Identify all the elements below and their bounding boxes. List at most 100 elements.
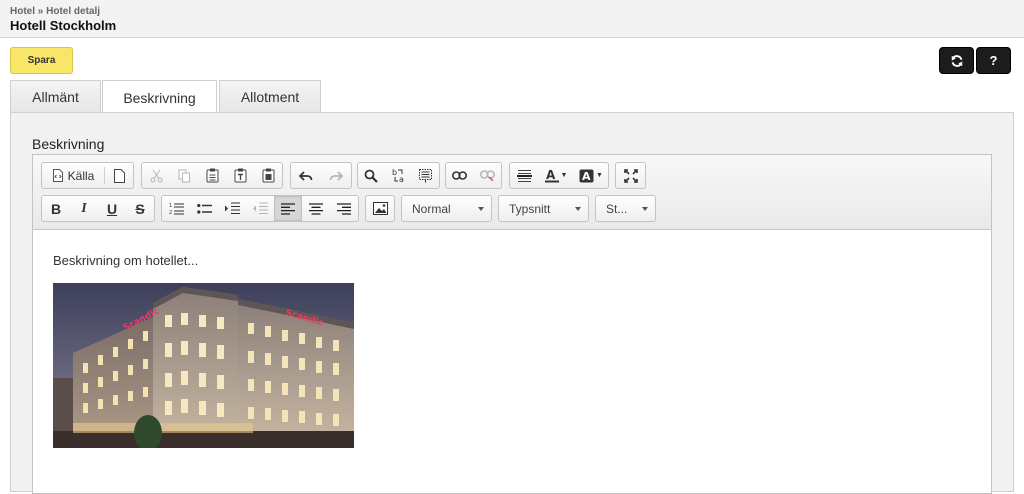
toolbar-group-image bbox=[365, 195, 395, 222]
numbered-list-button[interactable]: 12 bbox=[162, 196, 190, 221]
new-page-icon bbox=[113, 168, 125, 183]
redo-icon bbox=[329, 170, 343, 181]
toolbar-group-paragraph: 12 bbox=[161, 195, 359, 222]
chevron-down-icon: ▼ bbox=[596, 172, 603, 179]
chevron-down-icon bbox=[642, 207, 648, 211]
unlink-button[interactable] bbox=[474, 163, 502, 188]
background-color-icon: A bbox=[579, 169, 594, 183]
hotel-image[interactable]: Scandic Scandic bbox=[53, 283, 354, 448]
maximize-button[interactable] bbox=[616, 163, 645, 188]
svg-text:1: 1 bbox=[169, 203, 172, 209]
breadcrumb[interactable]: Hotel » Hotel detalj bbox=[10, 6, 100, 17]
align-center-icon bbox=[309, 202, 323, 215]
align-right-icon bbox=[337, 202, 351, 215]
editor-toolbar: Källa b a A ▼ A ▼ B I U S 1 2 Normal Typ… bbox=[33, 155, 991, 230]
format-select[interactable]: Normal bbox=[401, 195, 492, 222]
strikethrough-button[interactable]: S bbox=[126, 196, 154, 221]
numbered-list-icon: 12 bbox=[169, 203, 184, 215]
svg-text:A: A bbox=[582, 170, 591, 183]
editor-body-text[interactable]: Beskrivning om hotellet... bbox=[53, 253, 198, 268]
bullet-list-button[interactable] bbox=[190, 196, 218, 221]
paste-icon bbox=[206, 168, 218, 183]
bullet-list-icon bbox=[196, 203, 212, 214]
redo-button[interactable] bbox=[321, 163, 351, 188]
font-select[interactable]: Typsnitt bbox=[498, 195, 589, 222]
align-center-button[interactable] bbox=[302, 196, 330, 221]
svg-text:A: A bbox=[546, 168, 556, 182]
help-button[interactable]: ? bbox=[976, 47, 1011, 74]
page-title: Hotell Stockholm bbox=[10, 18, 117, 33]
font-select-value: Typsnitt bbox=[509, 201, 551, 216]
paste-word-button[interactable] bbox=[254, 163, 282, 188]
unlink-icon bbox=[479, 170, 495, 181]
toolbar-group-find: ba bbox=[357, 162, 440, 189]
tab-allotment[interactable]: Allotment bbox=[219, 80, 321, 113]
size-select-value: St... bbox=[606, 201, 628, 216]
find-button[interactable] bbox=[358, 163, 385, 188]
horizontal-line-button[interactable] bbox=[510, 163, 538, 188]
page-header: Hotel » Hotel detalj Hotell Stockholm bbox=[0, 0, 1024, 38]
toolbar-group-document: Källa bbox=[41, 162, 134, 189]
insert-image-button[interactable] bbox=[366, 196, 394, 221]
increase-indent-icon bbox=[224, 202, 240, 214]
decrease-indent-icon bbox=[252, 202, 268, 214]
paste-button[interactable] bbox=[198, 163, 226, 188]
toolbar-group-history bbox=[290, 162, 352, 189]
toolbar-group-clipboard bbox=[141, 162, 283, 189]
source-label: Källa bbox=[67, 168, 95, 183]
format-select-value: Normal bbox=[412, 201, 451, 216]
italic-button[interactable]: I bbox=[70, 196, 98, 221]
bold-button[interactable]: B bbox=[42, 196, 70, 221]
select-all-icon bbox=[419, 168, 433, 182]
decrease-indent-button[interactable] bbox=[246, 196, 274, 221]
paste-text-icon bbox=[234, 168, 246, 183]
size-select[interactable]: St... bbox=[595, 195, 656, 222]
scissors-icon bbox=[150, 169, 162, 182]
toolbar-group-insert: A ▼ A ▼ bbox=[509, 162, 609, 189]
description-label: Beskrivning bbox=[32, 136, 105, 152]
cut-button[interactable] bbox=[142, 163, 170, 188]
tab-beskrivning[interactable]: Beskrivning bbox=[102, 80, 217, 114]
chevron-down-icon: ▼ bbox=[560, 172, 568, 179]
rich-text-editor: Källa b a A ▼ A ▼ B I U S 1 2 Normal Typ… bbox=[32, 154, 992, 494]
select-all-button[interactable] bbox=[412, 163, 439, 188]
text-color-icon: A bbox=[544, 168, 559, 183]
source-button[interactable]: Källa bbox=[42, 163, 104, 188]
chevron-down-icon bbox=[478, 207, 484, 211]
new-page-button[interactable] bbox=[105, 163, 133, 188]
align-left-icon bbox=[281, 202, 295, 215]
tab-panel: Beskrivning Källa b a A ▼ A ▼ B I U S 1 … bbox=[10, 112, 1014, 494]
align-right-button[interactable] bbox=[330, 196, 358, 221]
undo-icon bbox=[299, 170, 313, 181]
paste-word-icon bbox=[262, 168, 274, 183]
undo-button[interactable] bbox=[291, 163, 321, 188]
text-color-button[interactable]: A ▼ bbox=[538, 163, 574, 188]
background-color-button[interactable]: A ▼ bbox=[574, 163, 608, 188]
copy-icon bbox=[178, 169, 190, 182]
save-button[interactable]: Spara bbox=[10, 47, 73, 74]
underline-button[interactable]: U bbox=[98, 196, 126, 221]
increase-indent-button[interactable] bbox=[218, 196, 246, 221]
search-icon bbox=[364, 169, 379, 183]
svg-text:a: a bbox=[399, 175, 404, 183]
svg-text:b: b bbox=[392, 168, 397, 177]
svg-text:2: 2 bbox=[169, 210, 172, 215]
copy-button[interactable] bbox=[170, 163, 198, 188]
source-icon bbox=[52, 169, 63, 182]
image-icon bbox=[372, 202, 388, 215]
link-button[interactable] bbox=[446, 163, 474, 188]
horizontal-line-icon bbox=[516, 169, 532, 182]
toolbar-group-basic-styles: B I U S bbox=[41, 195, 155, 222]
tab-allmant[interactable]: Allmänt bbox=[10, 80, 101, 113]
toolbar-group-view bbox=[615, 162, 646, 189]
refresh-button[interactable] bbox=[939, 47, 974, 74]
replace-icon: ba bbox=[392, 168, 404, 183]
chevron-down-icon bbox=[575, 207, 581, 211]
link-icon bbox=[452, 171, 468, 180]
maximize-icon bbox=[623, 168, 638, 183]
align-left-button[interactable] bbox=[274, 196, 302, 221]
replace-button[interactable]: ba bbox=[385, 163, 413, 188]
toolbar-group-links bbox=[445, 162, 502, 189]
paste-text-button[interactable] bbox=[226, 163, 254, 188]
refresh-icon bbox=[951, 54, 962, 67]
